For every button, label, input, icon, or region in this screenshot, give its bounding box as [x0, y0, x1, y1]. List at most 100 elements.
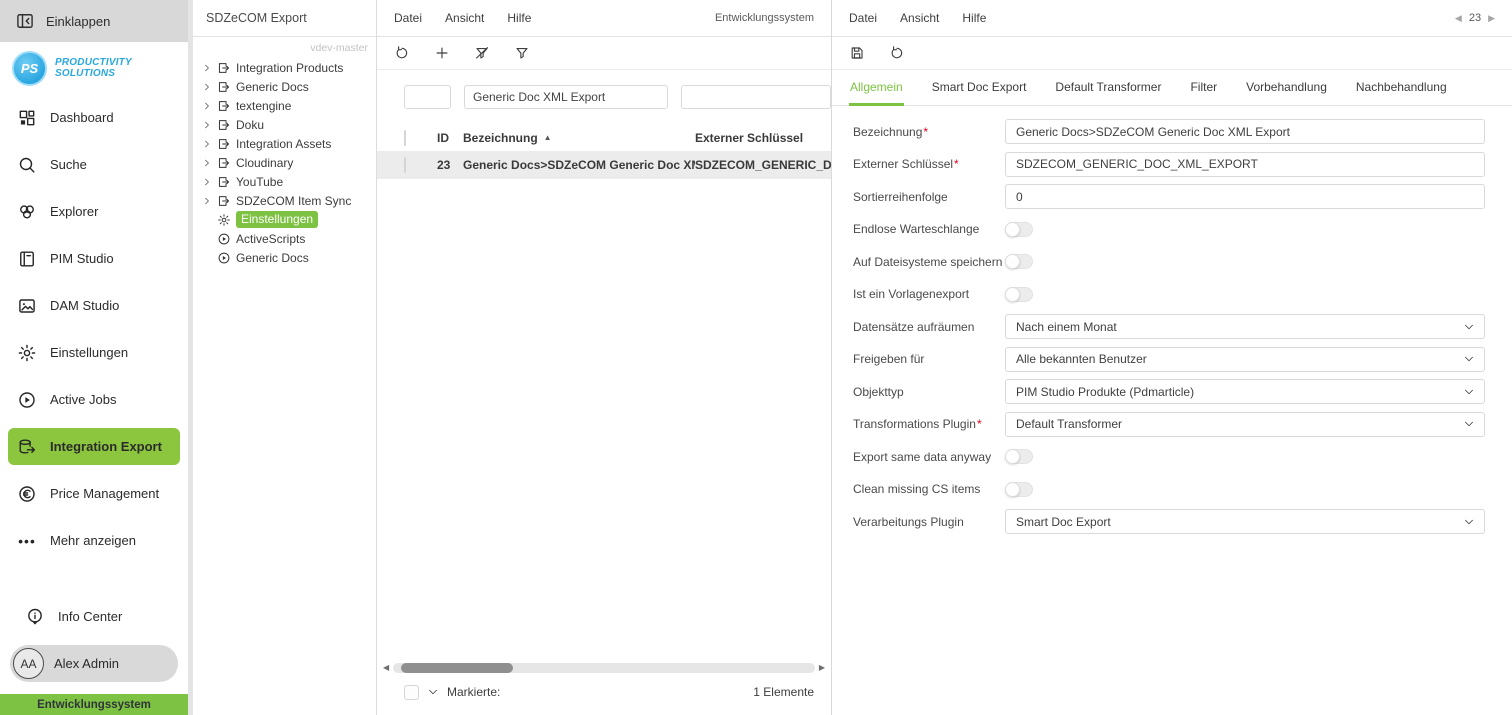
sidebar-item-integration-export[interactable]: Integration Export	[8, 428, 180, 465]
column-header-bezeichnung[interactable]: Bezeichnung ▲	[463, 131, 695, 145]
objekttyp-select[interactable]: PIM Studio Produkte (Pdmarticle)	[1005, 379, 1485, 404]
previous-record-icon[interactable]: ◀	[1455, 13, 1462, 24]
filter-id-input[interactable]	[404, 85, 451, 109]
column-header-externer-schluessel[interactable]: Externer Schlüssel	[695, 131, 831, 145]
tree-node-activescripts[interactable]: ActiveScripts	[202, 229, 376, 248]
next-record-icon[interactable]: ▶	[1488, 13, 1495, 24]
sidebar-item-dashboard[interactable]: Dashboard	[8, 94, 180, 141]
select-value: Alle bekannten Benutzer	[1016, 352, 1147, 366]
tree-node-textengine[interactable]: textengine	[202, 96, 376, 115]
export-same-data-anyway-toggle[interactable]	[1005, 449, 1033, 464]
tab-allgemein[interactable]: Allgemein	[849, 76, 904, 106]
column-header-id[interactable]: ID	[437, 131, 463, 145]
field-label: Verarbeitungs Plugin	[853, 515, 1005, 529]
chevron-right-icon[interactable]	[202, 158, 212, 168]
tree-node-label: SDZeCOM Item Sync	[236, 194, 351, 208]
filter-bezeichnung-input[interactable]	[464, 85, 668, 109]
row-checkbox[interactable]	[404, 157, 406, 173]
refresh-button[interactable]	[394, 45, 410, 61]
menu-hilfe[interactable]: Hilfe	[507, 11, 531, 25]
transformations-plugin-select[interactable]: Default Transformer	[1005, 412, 1485, 437]
datensaetze-aufraeumen-select[interactable]: Nach einem Monat	[1005, 314, 1485, 339]
chevron-right-icon[interactable]	[202, 63, 212, 73]
tab-smart-doc-export[interactable]: Smart Doc Export	[931, 76, 1028, 106]
tree-node-einstellungen[interactable]: Einstellungen	[202, 210, 376, 229]
externer-schluessel-input[interactable]	[1005, 152, 1485, 177]
sidebar-item-info-center[interactable]: Info Center	[16, 593, 172, 640]
field-label: Objekttyp	[853, 385, 1005, 399]
scrollbar-track[interactable]	[393, 663, 815, 673]
horizontal-scrollbar[interactable]: ◀ ▶	[383, 661, 825, 675]
tree-node-generic-docs[interactable]: Generic Docs	[202, 77, 376, 96]
sidebar-item-suche[interactable]: Suche	[8, 141, 180, 188]
menu-datei[interactable]: Datei	[849, 11, 877, 25]
sidebar-item-dam-studio[interactable]: DAM Studio	[8, 282, 180, 329]
tree-node-doku[interactable]: Doku	[202, 115, 376, 134]
menu-hilfe[interactable]: Hilfe	[962, 11, 986, 25]
chevron-right-icon[interactable]	[202, 82, 212, 92]
auf-dateisysteme-speichern-toggle[interactable]	[1005, 254, 1033, 269]
scroll-right-arrow[interactable]: ▶	[819, 664, 825, 672]
table-row[interactable]: 23 Generic Docs>SDZeCOM Generic Doc XML …	[377, 151, 831, 179]
sidebar-item-mehr-anzeigen[interactable]: ••• Mehr anzeigen	[8, 517, 180, 564]
freigeben-fuer-select[interactable]: Alle bekannten Benutzer	[1005, 347, 1485, 372]
endlose-warteschlange-toggle[interactable]	[1005, 222, 1033, 237]
sidebar-item-einstellungen[interactable]: Einstellungen	[8, 329, 180, 376]
sidebar-item-active-jobs[interactable]: Active Jobs	[8, 376, 180, 423]
list-empty-area	[377, 179, 831, 661]
tree-node-sdzecom-item-sync[interactable]: SDZeCOM Item Sync	[202, 191, 376, 210]
field-label-text: Datensätze aufräumen	[853, 320, 974, 334]
sidebar: Einklappen PS PRODUCTIVITY SOLUTIONS Das…	[0, 0, 188, 715]
collapse-sidebar-button[interactable]: Einklappen	[0, 0, 188, 42]
tab-default-transformer[interactable]: Default Transformer	[1054, 76, 1162, 106]
sidebar-item-price-management[interactable]: Price Management	[8, 470, 180, 517]
scroll-left-arrow[interactable]: ◀	[383, 664, 389, 672]
tree-node-integration-products[interactable]: Integration Products	[202, 58, 376, 77]
menu-datei[interactable]: Datei	[394, 11, 422, 25]
chevron-right-icon[interactable]	[202, 120, 212, 130]
tab-filter[interactable]: Filter	[1189, 76, 1218, 106]
refresh-button[interactable]	[889, 45, 905, 61]
cell-externer-schluessel: SDZECOM_GENERIC_DOC_XML_	[695, 158, 831, 172]
chevron-right-icon[interactable]	[202, 101, 212, 111]
form-row-transformations-plugin: Transformations Plugin* Default Transfor…	[853, 412, 1485, 437]
tree-node-cloudinary[interactable]: Cloudinary	[202, 153, 376, 172]
tree-node-integration-assets[interactable]: Integration Assets	[202, 134, 376, 153]
save-button[interactable]	[849, 45, 865, 61]
chevron-right-icon[interactable]	[202, 177, 212, 187]
list-panel: Datei Ansicht Hilfe Entwicklungssystem I…	[377, 0, 832, 715]
tab-nachbehandlung[interactable]: Nachbehandlung	[1355, 76, 1448, 106]
record-pager: ◀ 23 ▶	[1455, 12, 1495, 24]
chevron-right-icon[interactable]	[202, 139, 212, 149]
field-label: Datensätze aufräumen	[853, 320, 1005, 334]
clear-filter-button[interactable]	[474, 45, 490, 61]
sortierreihenfolge-input[interactable]	[1005, 184, 1485, 209]
sidebar-item-explorer[interactable]: Explorer	[8, 188, 180, 235]
tab-vorbehandlung[interactable]: Vorbehandlung	[1245, 76, 1328, 106]
verarbeitungs-plugin-select[interactable]: Smart Doc Export	[1005, 509, 1485, 534]
menu-ansicht[interactable]: Ansicht	[445, 11, 484, 25]
menu-ansicht[interactable]: Ansicht	[900, 11, 939, 25]
export-node-icon	[217, 137, 231, 151]
select-all-checkbox[interactable]	[404, 130, 406, 146]
chevron-down-icon	[1463, 516, 1475, 528]
add-button[interactable]	[434, 45, 450, 61]
column-header-label: Bezeichnung	[463, 131, 538, 145]
chevron-right-icon[interactable]	[202, 196, 212, 206]
bezeichnung-input[interactable]	[1005, 119, 1485, 144]
tree-node-youtube[interactable]: YouTube	[202, 172, 376, 191]
tree-node-generic-docs-script[interactable]: Generic Docs	[202, 248, 376, 267]
ist-ein-vorlagenexport-toggle[interactable]	[1005, 287, 1033, 302]
chevron-down-icon[interactable]	[427, 686, 439, 698]
clean-missing-cs-items-toggle[interactable]	[1005, 482, 1033, 497]
scrollbar-thumb[interactable]	[401, 663, 513, 673]
marked-checkbox[interactable]	[404, 685, 419, 700]
collapse-icon	[15, 11, 35, 31]
form-row-freigeben-fuer: Freigeben für Alle bekannten Benutzer	[853, 347, 1485, 372]
field-label-text: Auf Dateisysteme speichern	[853, 255, 1002, 269]
filter-externer-schluessel-input[interactable]	[681, 85, 831, 109]
filter-button[interactable]	[514, 45, 530, 61]
sidebar-item-pim-studio[interactable]: PIM Studio	[8, 235, 180, 282]
user-menu[interactable]: AA Alex Admin	[10, 645, 178, 682]
form-row-export-same-data-anyway: Export same data anyway	[853, 444, 1485, 469]
